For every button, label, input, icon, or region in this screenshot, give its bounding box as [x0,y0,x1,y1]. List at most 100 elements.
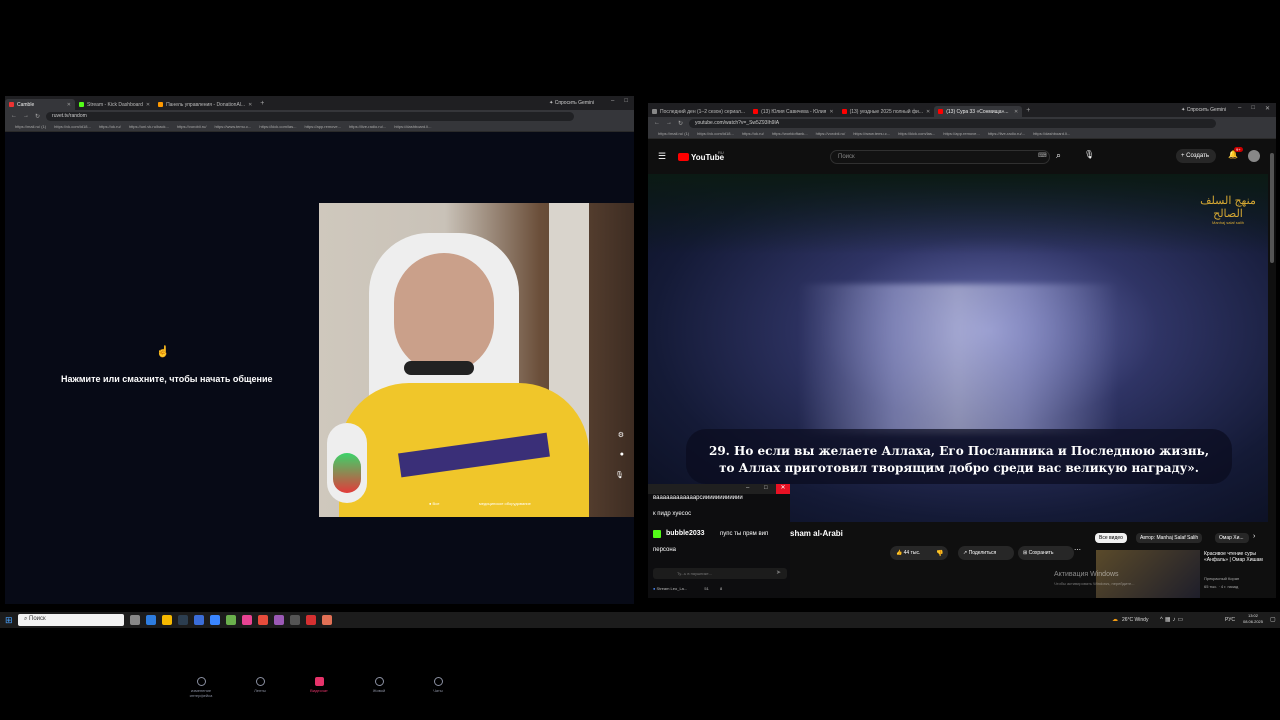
back-icon[interactable]: ← [11,113,17,119]
chip-all-videos[interactable]: Все видео [1095,533,1127,543]
close-window-icon[interactable]: ✕ [1265,105,1270,112]
forward-icon[interactable]: → [666,120,672,126]
youtube-logo-icon[interactable] [678,153,689,161]
bookmark-item[interactable]: https://www.temu.c... [853,131,890,136]
opera-icon[interactable] [258,615,268,625]
explorer-icon[interactable] [162,615,172,625]
windows-start-icon[interactable]: ⊞ [5,615,13,626]
right-tab-1[interactable]: Последний ден (1–2 сезон) сериал... [648,106,749,117]
gemini-button[interactable]: ✦ Спросить Gemini [1181,107,1226,113]
mic-icon[interactable]: 🎙 [615,471,624,479]
save-button[interactable]: ⊞ Сохранить [1018,546,1074,560]
more-actions-icon[interactable]: ⋯ [1074,546,1081,554]
maximize-icon[interactable]: □ [764,485,768,491]
bookmark-item[interactable]: https://vorobii.ru/ [177,124,207,129]
scrollbar[interactable] [1270,153,1274,263]
close-icon[interactable]: ✕ [248,102,252,108]
left-tab-3[interactable]: Панель управления - DonationAl... ✕ [154,99,256,110]
edge-icon[interactable] [146,615,156,625]
nav-chats[interactable]: Чаты [418,677,458,693]
bookmark-item[interactable]: https://vk.com/id18... [697,131,734,136]
left-tab-2[interactable]: Stream - Kick Dashboard ✕ [75,99,154,110]
forward-icon[interactable]: → [23,113,29,119]
chip-author[interactable]: Автор: Manhaj Salaf Salih [1136,533,1203,543]
nav-interface[interactable]: изменение интерфейса [181,677,221,698]
new-tab-icon[interactable]: + [260,100,264,107]
browser-icon[interactable] [210,615,220,625]
bookmark-item[interactable]: https://vk.com/id18... [54,124,91,129]
app-icon[interactable] [194,615,204,625]
obs-icon[interactable] [290,615,300,625]
bookmark-item[interactable]: https://dashboard.li... [1033,131,1070,136]
settings-icon[interactable]: ⚙ [618,431,624,439]
close-icon[interactable]: ✕ [67,102,71,108]
back-icon[interactable]: ← [654,120,660,126]
chat-username[interactable]: bubble2033 [666,530,705,537]
bookmark-item[interactable]: https://ok.ru/ [99,124,121,129]
create-button[interactable]: + Создать [1176,149,1216,163]
bookmark-item[interactable]: https://vorobii.ru/ [816,131,846,136]
tiktok-icon[interactable] [242,615,252,625]
bookmark-item[interactable]: https://kick.com/las... [259,124,296,129]
close-icon[interactable]: ✕ [829,109,833,115]
left-tab-1[interactable]: Camble ✕ [5,99,75,110]
clock[interactable]: 13:02 08.06.2025 [1238,613,1268,625]
weather-icon[interactable]: ☁ [1112,616,1118,623]
right-tab-2[interactable]: (13) Юлия Савичева - Юлия ✕ [749,106,837,117]
bookmark-item[interactable]: https://app.remove... [943,131,979,136]
folder-icon[interactable] [226,615,236,625]
nav-live[interactable]: Живой [359,677,399,693]
network-icon[interactable]: ▦ [1165,617,1173,623]
close-icon[interactable]: ✕ [776,484,790,494]
reload-icon[interactable]: ↻ [35,113,40,120]
avatar[interactable] [1248,150,1260,162]
maximize-icon[interactable]: □ [624,98,628,104]
bookmark-item[interactable]: https://worldoftank... [772,131,808,136]
discord-icon[interactable] [274,615,284,625]
bookmark-item[interactable]: https://uni.vk.ru/back... [129,124,169,129]
weather-text[interactable]: 26°C Windy [1122,617,1148,623]
dislike-button[interactable]: 👎 [936,550,943,557]
bookmark-item[interactable]: https://kick.com/las... [898,131,935,136]
right-tab-3[interactable]: (13) уездные 2025 полный фи... ✕ [838,106,935,117]
channel-name[interactable]: sham al-Arabi [790,529,843,538]
chip-omar[interactable]: Омар Хи... [1215,533,1249,543]
voice-search-icon[interactable]: 🎙 [1084,150,1094,159]
minimize-icon[interactable]: – [611,98,614,104]
close-icon[interactable]: ✕ [1014,109,1018,115]
bookmark-item[interactable]: https://mail.ru/ (1) [15,124,46,129]
share-button[interactable]: ↗ Поделиться [958,546,1014,560]
close-icon[interactable]: ✕ [146,102,150,108]
bookmark-item[interactable]: https://mail.ru/ (1) [658,131,689,136]
maximize-icon[interactable]: □ [1251,105,1255,112]
battery-icon[interactable]: ▭ [1178,617,1186,623]
chevron-right-icon[interactable]: › [1253,533,1255,540]
steam-icon[interactable] [178,615,188,625]
bookmark-item[interactable]: https://www.temu.c... [214,124,251,129]
language-indicator[interactable]: РУС [1225,617,1235,623]
minimize-icon[interactable]: – [746,485,749,491]
bookmark-item[interactable]: https://live-radio.ru/... [349,124,386,129]
menu-icon[interactable]: ☰ [658,151,666,162]
bookmark-item[interactable]: https://live-radio.ru/... [988,131,1025,136]
keyboard-icon[interactable]: ⌨ [1038,152,1047,159]
url-field[interactable]: youtube.com/watch?v=_Sw5Z93Ih9IA [689,118,1216,128]
chat-input[interactable]: Ту...ь в наушнике... [653,568,787,579]
gemini-button[interactable]: ✦ Спросить Gemini [549,100,594,106]
chrome-icon[interactable] [306,615,316,625]
reload-icon[interactable]: ↻ [678,120,683,127]
close-icon[interactable]: ✕ [926,109,930,115]
record-icon[interactable]: ● [620,451,624,458]
recommended-title[interactable]: Красивое чтение суры «Анфаль» | Омар Хиш… [1204,551,1270,563]
bookmark-item[interactable]: https://app.remove... [304,124,340,129]
notification-center-icon[interactable]: ▢ [1270,616,1276,623]
nav-feeds[interactable]: Ленты [240,677,280,693]
nav-videochat[interactable]: Видеочат [299,677,339,693]
right-tab-4[interactable]: (13) Сура 33 «Сонмища»... ✕ [934,106,1023,117]
search-input[interactable]: Поиск [830,150,1050,164]
taskbar-search[interactable]: ⌕ Поиск [18,614,124,626]
video-player[interactable]: منهج السلف الصالح Manhaj salaf salih 29.… [648,174,1268,522]
new-tab-icon[interactable]: + [1026,107,1030,114]
minimize-icon[interactable]: – [1238,105,1241,112]
start-chat-prompt[interactable]: Нажмите или смахните, чтобы начать общен… [61,374,273,384]
